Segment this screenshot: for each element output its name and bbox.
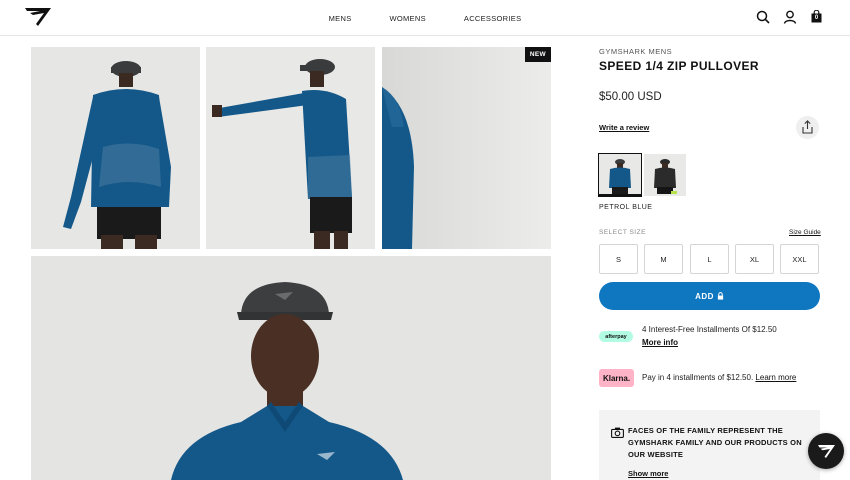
write-review-link[interactable]: Write a review [599, 123, 649, 132]
size-option-m[interactable]: M [644, 244, 683, 274]
bag-icon[interactable]: 0 [811, 10, 822, 23]
color-swatch-petrol-blue[interactable] [598, 153, 642, 197]
klarna-installments-text: Pay in 4 installments of $12.50. [642, 373, 754, 382]
size-option-s[interactable]: S [599, 244, 638, 274]
faces-of-family-text: FACES OF THE FAMILY REPRESENT THE GYMSHA… [628, 426, 802, 459]
klarna-logo: Klarna. [599, 369, 634, 387]
product-brand: GYMSHARK MENS [599, 47, 673, 56]
front-portrait-photo[interactable] [31, 256, 551, 480]
size-option-xl[interactable]: XL [735, 244, 774, 274]
selected-color-name: PETROL BLUE [599, 204, 653, 211]
lock-icon [717, 292, 724, 300]
size-option-l[interactable]: L [690, 244, 729, 274]
site-header: MENS WOMENS ACCESSORIES 0 [0, 0, 850, 36]
search-icon[interactable] [756, 10, 770, 24]
chat-button[interactable] [808, 433, 844, 469]
color-swatch-black[interactable] [644, 154, 686, 196]
add-button-label: ADD [695, 291, 714, 301]
afterpay-logo: afterpay [599, 331, 633, 342]
klarna-installments: Pay in 4 installments of $12.50. Learn m… [642, 373, 796, 382]
share-button[interactable] [796, 116, 819, 139]
add-to-bag-button[interactable]: ADD [599, 282, 820, 310]
product-price: $50.00 USD [599, 91, 662, 103]
show-more-link[interactable]: Show more [628, 469, 668, 478]
back-view-photo[interactable] [31, 47, 200, 249]
main-nav: MENS WOMENS ACCESSORIES [0, 0, 850, 36]
size-option-xxl[interactable]: XXL [780, 244, 819, 274]
product-title: SPEED 1/4 ZIP PULLOVER [599, 59, 759, 73]
afterpay-more-info-link[interactable]: More info [642, 338, 678, 347]
share-icon [802, 120, 813, 134]
nav-mens[interactable]: MENS [329, 14, 352, 23]
camera-icon [611, 427, 624, 438]
nav-accessories[interactable]: ACCESSORIES [464, 14, 521, 23]
klarna-learn-more-link[interactable]: Learn more [755, 373, 796, 382]
sleeve-closeup-photo[interactable]: NEW [382, 47, 551, 249]
gymshark-chat-icon [818, 445, 835, 458]
bag-count-badge: 0 [814, 15, 819, 21]
select-size-label: SELECT SIZE [599, 229, 646, 236]
nav-womens[interactable]: WOMENS [390, 14, 426, 23]
size-guide-link[interactable]: Size Guide [789, 229, 821, 236]
side-stretch-photo[interactable] [206, 47, 375, 249]
new-badge: NEW [524, 47, 551, 62]
afterpay-installments-text: 4 Interest-Free Installments Of $12.50 [642, 325, 777, 334]
account-icon[interactable] [783, 10, 797, 24]
